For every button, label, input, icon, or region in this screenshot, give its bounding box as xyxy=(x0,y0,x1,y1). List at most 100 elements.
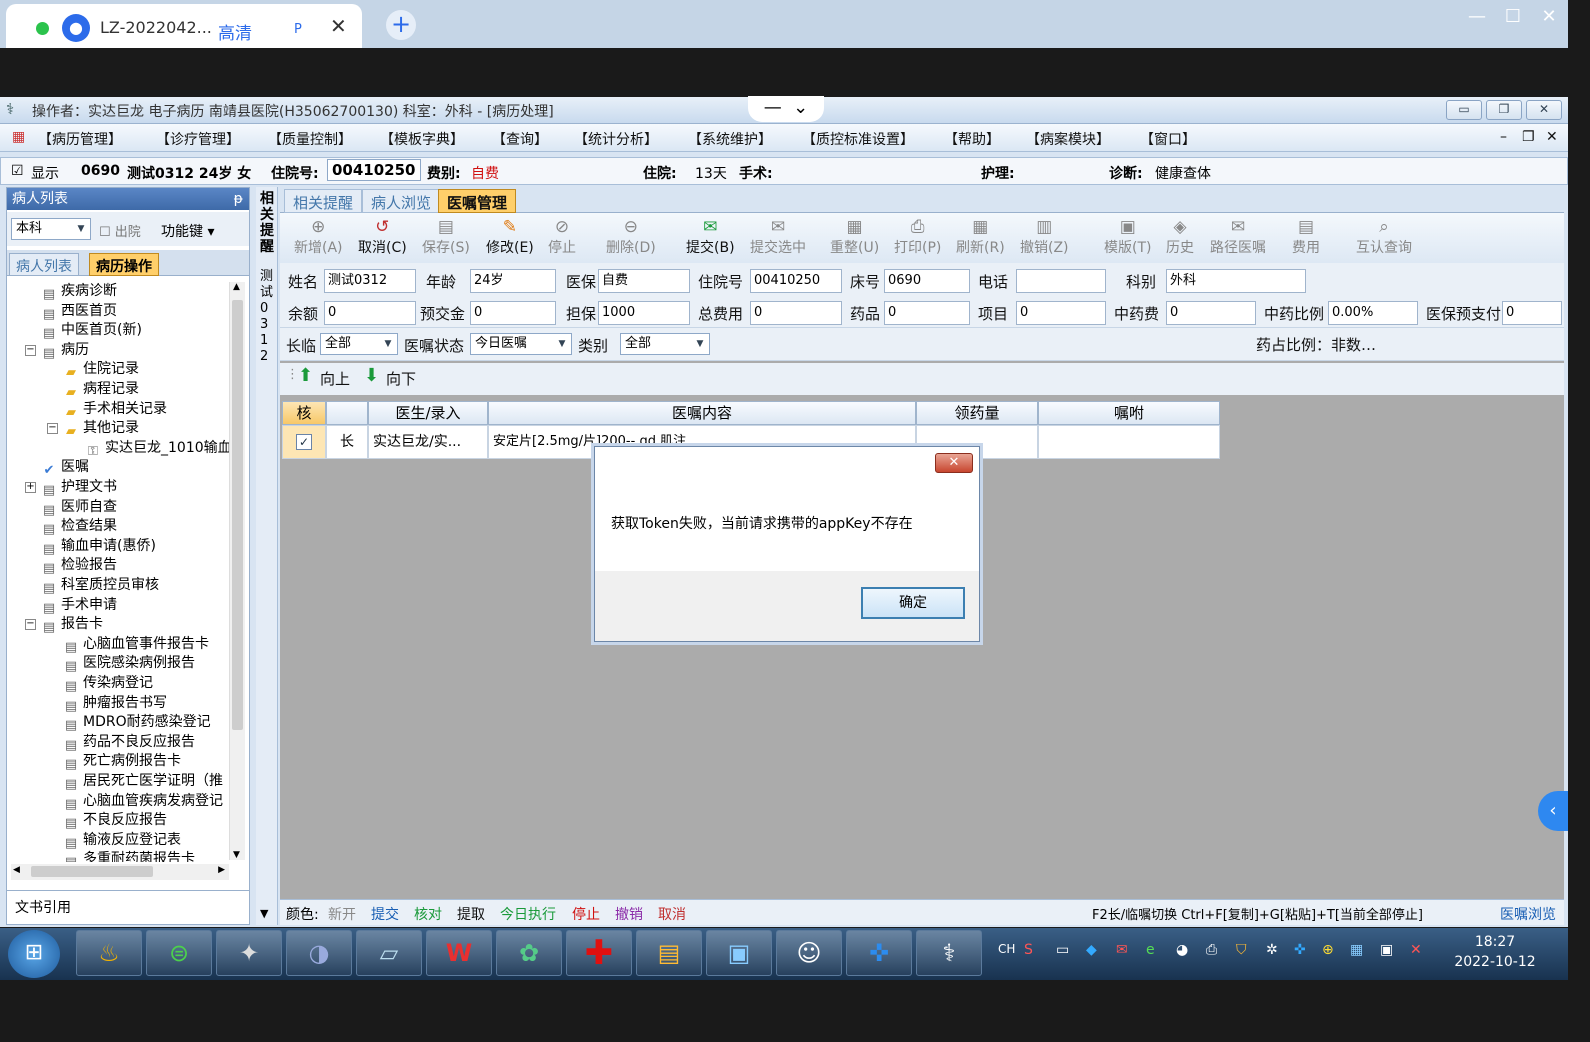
tree-item[interactable]: ▤ 病历 xyxy=(41,341,89,361)
order-browse-link[interactable]: 医嘱浏览 xyxy=(1500,904,1556,924)
mdi-restore-icon[interactable]: ❐ xyxy=(1522,129,1535,145)
col-type[interactable] xyxy=(326,401,368,425)
app-close-button[interactable]: ✕ xyxy=(1526,100,1562,120)
function-key-menu[interactable]: 功能键 ▾ xyxy=(161,221,214,241)
scroll-left-icon[interactable]: ◀ xyxy=(13,865,20,875)
tree-item[interactable]: ▤ 医院感染病例报告 xyxy=(63,654,195,674)
task-computer-icon[interactable]: ▣ xyxy=(706,930,772,976)
expand-icon[interactable]: + xyxy=(25,482,36,493)
tab-close-icon[interactable]: ✕ xyxy=(330,14,347,38)
show-checkbox[interactable]: ☑ xyxy=(11,163,24,179)
row-check-checkbox[interactable]: ✓ xyxy=(296,434,312,450)
toolbar-button-0[interactable]: ⊕ 新增(A) xyxy=(294,217,343,257)
task-app-4-icon[interactable]: ◑ xyxy=(286,930,352,976)
chevron-down-icon[interactable]: ⌄ xyxy=(793,97,808,118)
menu-app-icon[interactable]: ▦ xyxy=(12,129,25,145)
task-remote-icon[interactable]: ✜ xyxy=(846,930,912,976)
balance-field[interactable]: 0 xyxy=(324,301,416,325)
menu-help[interactable]: 【帮助】 xyxy=(944,129,1000,149)
related-reminder-vertical[interactable]: 相关提醒 xyxy=(260,191,274,255)
menu-record-mgmt[interactable]: 【病历管理】 xyxy=(38,129,122,149)
toolbar-button-15[interactable]: ▤ 费用 xyxy=(1292,217,1320,257)
tree-item[interactable]: ▤ 不良反应报告 xyxy=(63,811,167,831)
tray-plus-icon[interactable]: ⊕ xyxy=(1322,942,1334,958)
tray-ie-icon[interactable]: e xyxy=(1146,942,1155,958)
ime-indicator[interactable]: CH xyxy=(998,942,1015,956)
tree-item[interactable]: ▤ 输液反应登记表 xyxy=(63,831,181,851)
task-wps-icon[interactable]: W xyxy=(426,930,492,976)
browser-close-button[interactable]: ✕ xyxy=(1534,6,1564,27)
tree-item[interactable]: ▤ 居民死亡医学证明（推 xyxy=(63,772,223,792)
p-label[interactable]: P xyxy=(294,22,302,37)
tray-sogou-icon[interactable]: S xyxy=(1024,942,1033,958)
item-field[interactable]: 0 xyxy=(1016,301,1106,325)
tcm-ratio-field[interactable]: 0.00% xyxy=(1328,301,1418,325)
tray-volume-muted-icon[interactable]: ✕ xyxy=(1410,942,1422,958)
tray-qq-icon[interactable]: ◕ xyxy=(1176,942,1188,958)
tree-item[interactable]: ▤ 护理文书 xyxy=(41,478,117,498)
tree-item[interactable]: ⚿ 实达巨龙_1010输血 xyxy=(85,439,229,459)
tree-item[interactable]: ▤ 西医首页 xyxy=(41,302,117,322)
toolbar-button-12[interactable]: ▣ 模版(T) xyxy=(1104,217,1151,257)
order-state-select[interactable]: 今日医嘱 ▼ xyxy=(470,333,572,355)
tray-printer-icon[interactable]: ⎙ xyxy=(1206,942,1217,958)
tree-item[interactable]: ▰ 住院记录 xyxy=(63,360,139,380)
menu-query[interactable]: 【查询】 xyxy=(492,129,548,149)
move-down-button[interactable]: 向下 xyxy=(386,368,416,389)
toolbar-button-8[interactable]: ▦ 重整(U) xyxy=(830,217,879,257)
tab-related-reminder[interactable]: 相关提醒 xyxy=(284,189,363,213)
collapse-icon[interactable]: − xyxy=(25,619,36,631)
document-reference[interactable]: 文书引用 xyxy=(7,890,249,924)
toolbar-button-11[interactable]: ▥ 撤销(Z) xyxy=(1020,217,1069,257)
col-doctor[interactable]: 医生/录入 xyxy=(368,401,488,425)
move-up-button[interactable]: 向上 xyxy=(320,368,350,389)
task-app-5-icon[interactable]: ▱ xyxy=(356,930,422,976)
tree-item[interactable]: ▤ 报告卡 xyxy=(41,615,103,635)
collapse-icon[interactable]: − xyxy=(25,344,36,356)
table-row[interactable]: ✓ xyxy=(282,425,326,459)
col-quantity[interactable]: 领药量 xyxy=(916,401,1038,425)
menu-clinic-mgmt[interactable]: 【诊疗管理】 xyxy=(156,129,240,149)
tree-item[interactable]: ▰ 其他记录 xyxy=(63,419,139,439)
tree-item[interactable]: ▤ 输血申请(惠侨) xyxy=(41,537,156,557)
tcm-fee-field[interactable]: 0 xyxy=(1166,301,1256,325)
tree-item[interactable]: ▤ 科室质控员审核 xyxy=(41,576,159,596)
scroll-thumb[interactable] xyxy=(232,300,243,730)
tree-item[interactable]: ▤ 检验报告 xyxy=(41,556,117,576)
arrow-up-icon[interactable]: ⬆ xyxy=(298,365,313,386)
tree-item[interactable]: ▤ 心脑血管事件报告卡 xyxy=(63,635,209,655)
guarantee-field[interactable]: 1000 xyxy=(598,301,690,325)
menu-stats[interactable]: 【统计分析】 xyxy=(574,129,658,149)
task-user-icon[interactable]: ☺ xyxy=(776,930,842,976)
reminder-vertical-strip[interactable]: 相关提醒 测试0312 ▼ xyxy=(256,187,278,925)
toolbar-button-16[interactable]: ⌕ 互认查询 xyxy=(1356,217,1412,257)
tree-item[interactable]: ▤ 传染病登记 xyxy=(63,674,153,694)
mdi-minimize-icon[interactable]: – xyxy=(1500,129,1507,145)
task-app-7-icon[interactable]: ✿ xyxy=(496,930,562,976)
arrow-down-icon[interactable]: ⬇ xyxy=(364,365,379,386)
tray-shield-icon[interactable]: ⛉ xyxy=(1236,942,1247,958)
toolbar-button-2[interactable]: ▤ 保存(S) xyxy=(422,217,470,257)
collapse-icon[interactable]: − xyxy=(47,423,58,435)
browser-tab[interactable]: ● LZ-2022042... 高清 P ✕ xyxy=(6,4,362,48)
discharge-checkbox[interactable]: ☐ 出院 xyxy=(99,221,141,240)
col-content[interactable]: 医嘱内容 xyxy=(488,401,916,425)
start-button[interactable]: ⊞ xyxy=(8,930,60,978)
menu-qc-standard[interactable]: 【质控标准设置】 xyxy=(802,129,914,149)
tree-item[interactable]: ▤ MDRO耐药感染登记 xyxy=(63,713,211,733)
taskbar-clock[interactable]: 18:27 2022-10-12 xyxy=(1440,932,1550,972)
toolbar-button-13[interactable]: ◈ 历史 xyxy=(1166,217,1194,257)
tab-patient-browse[interactable]: 病人浏览 xyxy=(362,189,441,213)
bed-field[interactable]: 0690 xyxy=(884,269,970,293)
col-check[interactable]: 核 xyxy=(282,401,326,425)
menu-window[interactable]: 【窗口】 xyxy=(1140,129,1196,149)
toolbar-button-4[interactable]: ⊘ 停止 xyxy=(548,217,576,257)
tray-monitor-icon[interactable]: ▭ xyxy=(1056,942,1069,958)
toolbar-button-1[interactable]: ↺ 取消(C) xyxy=(358,217,407,257)
tree-item[interactable]: ▤ 药品不良反应报告 xyxy=(63,733,195,753)
long-temp-select[interactable]: 全部 ▼ xyxy=(320,333,398,355)
tray-remote-icon[interactable]: ✜ xyxy=(1294,942,1306,958)
menu-template[interactable]: 【模板字典】 xyxy=(380,129,464,149)
insurance-field[interactable]: 自费 xyxy=(598,269,690,293)
scroll-right-icon[interactable]: ▶ xyxy=(218,865,225,875)
